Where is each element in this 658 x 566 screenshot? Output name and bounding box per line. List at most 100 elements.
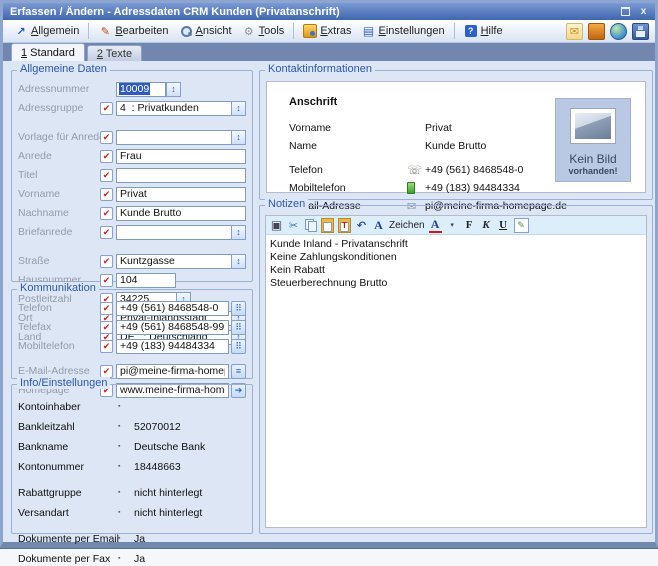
check-button[interactable]: ✔	[100, 274, 113, 287]
content-area: Allgemeine Daten Adressnummer 10009 ↕ Ad…	[3, 61, 655, 542]
help-icon: ?	[464, 24, 478, 38]
font-icon[interactable]: A	[372, 218, 385, 232]
menu-ansicht[interactable]: Ansicht	[174, 22, 237, 40]
contact-name: Name Kunde Brutto	[289, 138, 535, 154]
notes-textarea[interactable]: Kunde Inland - Privatanschrift Keine Zah…	[266, 235, 646, 527]
image-icon	[570, 108, 616, 144]
check-button[interactable]: ✔	[100, 321, 113, 334]
group-notizen: Notizen ▣ ✂ ↶ A Zeichen A ▾ F K U ✎	[259, 205, 653, 534]
menu-hilfe[interactable]: ? Hilfe	[459, 22, 508, 40]
bullet-icon: ▪	[118, 403, 134, 410]
adressnummer-spinner[interactable]: ↕	[166, 82, 181, 97]
note-line: Keine Zahlungskonditionen	[270, 251, 642, 264]
chevron-down-icon[interactable]: ▾	[446, 218, 459, 232]
basket-icon[interactable]	[588, 23, 605, 40]
phone-icon: ☏	[407, 163, 425, 177]
mobiltelefon-input[interactable]	[116, 339, 229, 354]
chevron-down-icon[interactable]: ↕	[231, 254, 246, 269]
check-button[interactable]: ✔	[100, 150, 113, 163]
info-kontoinhaber: Kontoinhaber ▪	[18, 399, 246, 414]
group-kommunikation: Kommunikation Telefon ✔ ⠿ Telefax ✔ ⠿ Mo…	[11, 289, 253, 379]
restore-button[interactable]	[618, 5, 633, 18]
check-button[interactable]: ✔	[100, 102, 113, 115]
hausnummer-input[interactable]	[116, 273, 176, 288]
check-button[interactable]: ✔	[100, 340, 113, 353]
paste-icon[interactable]	[321, 218, 334, 232]
group-title: Notizen	[265, 198, 308, 210]
cut-icon[interactable]: ✂	[287, 218, 300, 232]
photo-placeholder[interactable]: Kein Bild vorhanden!	[555, 98, 631, 182]
group-kontaktinformationen: Kontaktinformationen Anschrift Vorname P…	[259, 70, 653, 200]
check-button[interactable]: ✔	[100, 169, 113, 182]
field-adressnummer: Adressnummer 10009 ↕	[18, 81, 246, 97]
undo-icon[interactable]: ↶	[355, 218, 368, 232]
menu-extras[interactable]: Extras	[298, 22, 356, 40]
font-color-icon[interactable]: A	[429, 217, 442, 233]
globe-icon[interactable]	[610, 23, 627, 40]
group-info-einstellungen: Info/Einstellungen Kontoinhaber ▪ Bankle…	[11, 384, 253, 534]
title-bar: Erfassen / Ändern - Adressdaten CRM Kund…	[3, 3, 655, 20]
check-button[interactable]: ✔	[100, 188, 113, 201]
dial-icon[interactable]: ⠿	[231, 320, 246, 335]
vorlage-anrede-input[interactable]	[116, 130, 231, 145]
underline-icon[interactable]: U	[497, 218, 510, 232]
tab-standard[interactable]: 1 Standard	[11, 43, 85, 61]
check-button[interactable]: ✔	[100, 255, 113, 268]
copy-icon[interactable]	[304, 218, 317, 232]
send-mail-icon[interactable]: ✉	[566, 23, 583, 40]
check-button[interactable]: ✔	[100, 207, 113, 220]
compose-mail-icon[interactable]: ≡	[231, 364, 246, 379]
italic-icon[interactable]: K	[480, 218, 493, 232]
telefon-input[interactable]	[116, 301, 229, 316]
dial-icon[interactable]: ⠿	[231, 339, 246, 354]
menu-tools[interactable]: ⚙ Tools	[237, 22, 290, 40]
contact-vorname: Vorname Privat	[289, 120, 535, 136]
field-nachname: Nachname ✔	[18, 205, 246, 221]
edit-note-icon[interactable]: ✎	[514, 218, 529, 233]
chevron-down-icon[interactable]: ↕	[231, 101, 246, 116]
field-telefon: Telefon ✔ ⠿	[18, 300, 246, 316]
adressgruppe-input[interactable]	[116, 101, 231, 116]
titel-input[interactable]	[116, 168, 246, 183]
select-frame-icon[interactable]: ▣	[270, 218, 283, 232]
contact-heading: Anschrift	[289, 96, 337, 108]
no-image-text2: vorhanden!	[568, 166, 617, 176]
bullet-icon: ▪	[118, 463, 134, 470]
field-mobiltelefon: Mobiltelefon ✔ ⠿	[18, 338, 246, 354]
field-vorlage-anrede: Vorlage für Anrede ✔ ↕	[18, 129, 246, 145]
window-title: Erfassen / Ändern - Adressdaten CRM Kund…	[10, 6, 615, 18]
bold-icon[interactable]: F	[463, 218, 476, 232]
menu-einstellungen[interactable]: ▤ Einstellungen	[357, 22, 450, 40]
briefanrede-input[interactable]	[116, 225, 231, 240]
menu-bearbeiten[interactable]: ✎ Bearbeiten	[93, 22, 173, 40]
check-button[interactable]: ✔	[100, 365, 113, 378]
dial-icon[interactable]: ⠿	[231, 301, 246, 316]
paste-text-icon[interactable]	[338, 218, 351, 232]
note-line: Kunde Inland - Privatanschrift	[270, 238, 642, 251]
save-icon[interactable]	[632, 23, 649, 40]
info-kontonummer: Kontonummer ▪ 18448663	[18, 459, 246, 474]
email-input[interactable]	[116, 364, 229, 379]
check-button[interactable]: ✔	[100, 302, 113, 315]
bullet-icon: ▪	[118, 423, 134, 430]
field-titel: Titel ✔	[18, 167, 246, 183]
strasse-input[interactable]	[116, 254, 231, 269]
nachname-input[interactable]	[116, 206, 246, 221]
arrow-ne-icon: ↗	[14, 24, 28, 38]
contact-mobiltelefon: Mobiltelefon +49 (183) 94484334	[289, 180, 535, 196]
close-button[interactable]: x	[636, 5, 651, 18]
menu-allgemein[interactable]: ↗ Allgemein	[9, 22, 84, 40]
chevron-down-icon[interactable]: ↕	[231, 225, 246, 240]
tab-texte[interactable]: 2 Texte	[87, 45, 142, 61]
adressnummer-input[interactable]: 10009	[116, 82, 166, 97]
check-button[interactable]: ✔	[100, 226, 113, 239]
restore-icon	[621, 7, 630, 16]
note-line: Kein Rabatt	[270, 264, 642, 277]
telefax-input[interactable]	[116, 320, 229, 335]
chevron-down-icon[interactable]: ↕	[231, 130, 246, 145]
check-button[interactable]: ✔	[100, 131, 113, 144]
gear-icon: ⚙	[242, 24, 256, 38]
anrede-input[interactable]	[116, 149, 246, 164]
vorname-input[interactable]	[116, 187, 246, 202]
zeichen-label: Zeichen	[389, 218, 425, 232]
